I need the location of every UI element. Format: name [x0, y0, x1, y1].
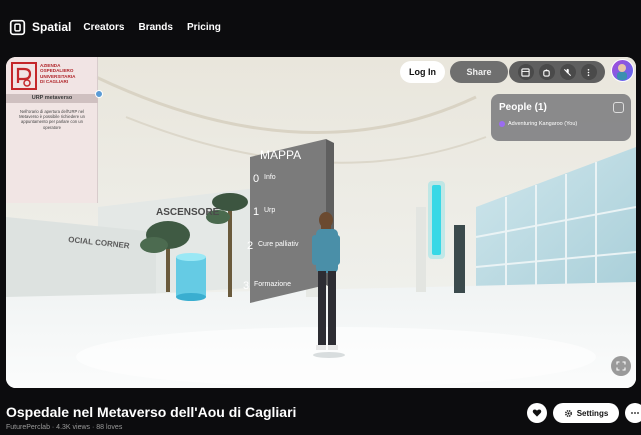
fullscreen-button[interactable]	[611, 356, 631, 376]
backpack-icon[interactable]	[538, 64, 555, 80]
layout-icon[interactable]	[517, 64, 534, 80]
settings-label: Settings	[576, 408, 609, 418]
nav-link-brands[interactable]: Brands	[139, 22, 173, 33]
sign-item-1-num: 1	[253, 206, 259, 218]
sign-item-0-num: 0	[253, 173, 259, 185]
brand[interactable]: Spatial	[9, 19, 71, 36]
gear-icon	[564, 409, 572, 417]
cyan-cylinder	[176, 253, 206, 301]
user-avatar[interactable]	[611, 59, 634, 82]
share-button[interactable]: Share	[450, 61, 508, 83]
fullscreen-icon	[616, 361, 626, 371]
brand-name: Spatial	[32, 20, 72, 34]
hospital-logo: AZIENDA OSPEDALIERO UNIVERSITARIA DI CAG…	[10, 61, 94, 91]
settings-button[interactable]: Settings	[553, 403, 619, 423]
logo-line: OSPEDALIERO	[40, 68, 74, 74]
love-button[interactable]	[527, 403, 547, 423]
sign-title: MAPPA	[260, 148, 301, 162]
more-vertical-icon[interactable]	[580, 64, 597, 80]
info-panel-indicator[interactable]	[95, 90, 103, 98]
people-title: People (1)	[499, 102, 547, 113]
space-meta: FuturePerclab · 4.3K views · 88 loves	[6, 424, 123, 431]
sign-item-3-label: Formazione	[254, 281, 291, 288]
people-collapse-icon[interactable]	[613, 102, 624, 113]
sign-item-0-label: Info	[264, 174, 276, 181]
top-nav: Spatial Creators Brands Pricing	[0, 0, 641, 54]
nav-link-pricing[interactable]: Pricing	[187, 22, 221, 33]
people-panel: People (1) Adventuring Kangaroo (You)	[491, 94, 631, 141]
member-name: Adventuring Kangaroo (You)	[508, 121, 578, 127]
info-panel-description: Nell'orario di apertura dell'URP nel Met…	[19, 109, 85, 130]
login-button[interactable]: Log In	[400, 61, 445, 83]
wall-label-ascensore: ASCENSORE	[156, 207, 220, 218]
social-corner-wall	[6, 217, 156, 302]
sign-item-1-label: Urp	[264, 207, 275, 214]
spatial-logo-icon	[9, 19, 26, 35]
info-panel-title: URP metaverso	[6, 94, 98, 103]
mic-muted-icon[interactable]	[559, 64, 576, 80]
more-horizontal-icon	[631, 412, 639, 414]
space-viewport[interactable]: ASCENSORE OCIAL CORNER MAPPA 0 Info 1 Ur…	[6, 57, 636, 388]
dark-totem	[454, 225, 465, 293]
logo-line: DI CAGLIARI	[40, 78, 69, 84]
member-avatar-icon	[499, 121, 505, 127]
more-options-button[interactable]	[625, 403, 641, 423]
sign-item-2-label: Cure palliativ	[258, 241, 299, 248]
urp-info-panel: AZIENDA OSPEDALIERO UNIVERSITARIA DI CAG…	[6, 57, 98, 203]
heart-icon	[532, 409, 542, 417]
nav-link-creators[interactable]: Creators	[83, 22, 124, 33]
cyan-totem-glow	[428, 181, 445, 259]
space-title: Ospedale nel Metaverso dell'Aou di Cagli…	[6, 404, 297, 420]
sign-item-2-num: 2	[247, 240, 253, 252]
people-list-item[interactable]: Adventuring Kangaroo (You)	[499, 121, 623, 127]
sign-item-3-num: 3	[243, 280, 249, 292]
column	[416, 207, 426, 292]
controls-pill	[509, 61, 605, 83]
